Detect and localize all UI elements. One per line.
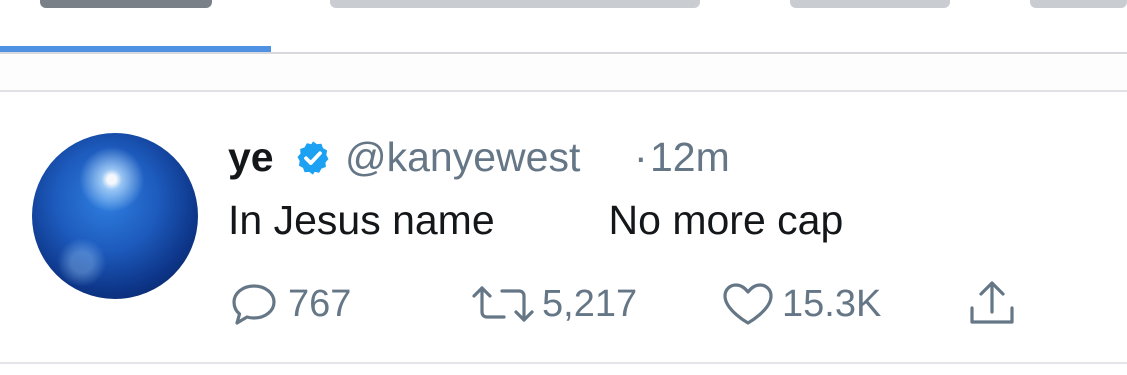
like-count: 15.3K — [782, 283, 882, 325]
speech-bubble-icon — [230, 280, 282, 328]
retweet-button[interactable]: 5,217 — [470, 276, 637, 332]
tweet-text: In Jesus name No more cap — [228, 197, 844, 243]
share-button[interactable] — [966, 276, 1018, 332]
timeline-divider — [0, 90, 1127, 92]
tweet-divider — [0, 362, 1127, 364]
tab-bar — [0, 0, 1127, 55]
tab-2[interactable] — [330, 0, 700, 8]
author-handle[interactable]: @kanyewest — [345, 132, 580, 182]
retweet-arrows-icon — [470, 280, 536, 328]
tweet-actions: 767 5,217 15.3K — [0, 276, 1127, 332]
share-upload-icon — [966, 278, 1018, 330]
heart-outline-icon — [720, 280, 776, 328]
reply-count: 767 — [288, 283, 352, 325]
meta-separator: · — [634, 134, 648, 180]
tab-active[interactable] — [40, 0, 212, 8]
reply-button[interactable]: 767 — [230, 276, 351, 332]
tab-4[interactable] — [1030, 0, 1127, 8]
timeline-gap — [0, 54, 1127, 90]
tab-3[interactable] — [790, 0, 950, 8]
tweet-time[interactable]: 12m — [650, 132, 730, 182]
retweet-count: 5,217 — [542, 283, 638, 325]
like-button[interactable]: 15.3K — [720, 276, 881, 332]
avatar[interactable] — [32, 133, 198, 299]
author-name[interactable]: ye — [228, 132, 274, 182]
verified-badge-icon — [294, 139, 332, 177]
